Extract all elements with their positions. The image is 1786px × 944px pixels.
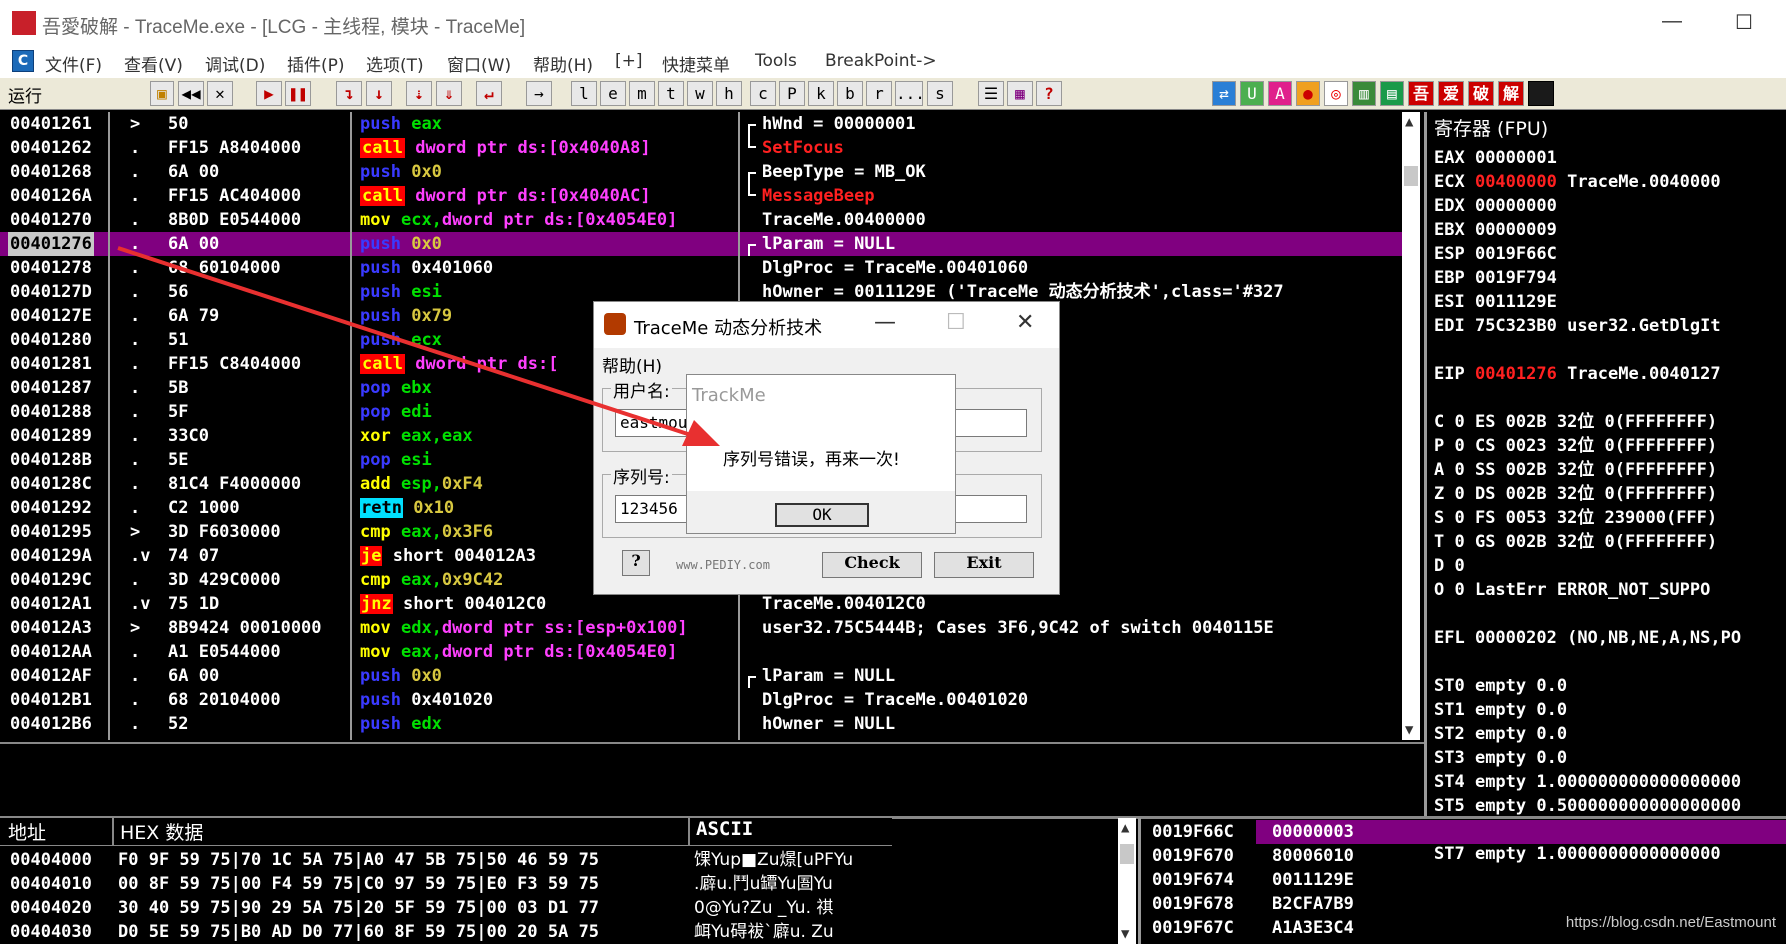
watermark: https://blog.csdn.net/Eastmount (1565, 914, 1776, 931)
annotation-arrow (117, 246, 720, 446)
